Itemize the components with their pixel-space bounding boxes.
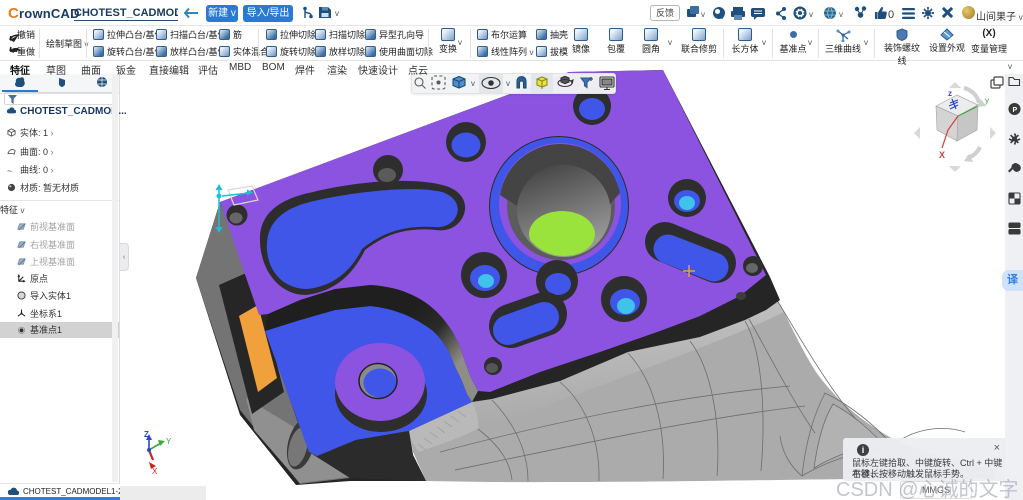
svg-text:v: v bbox=[809, 10, 813, 19]
svg-text:Y: Y bbox=[166, 437, 172, 446]
svg-text:v: v bbox=[471, 79, 475, 88]
svg-text:X: X bbox=[939, 150, 945, 160]
svg-text:y: y bbox=[985, 96, 989, 105]
svg-text:X: X bbox=[152, 467, 158, 476]
svg-text:v: v bbox=[701, 10, 705, 19]
svg-text:P: P bbox=[1013, 107, 1018, 114]
svg-text:z: z bbox=[948, 89, 952, 98]
svg-text:v: v bbox=[506, 79, 510, 88]
svg-text:Z: Z bbox=[144, 430, 149, 439]
svg-text:v: v bbox=[839, 10, 843, 19]
svg-text:0: 0 bbox=[888, 9, 894, 21]
